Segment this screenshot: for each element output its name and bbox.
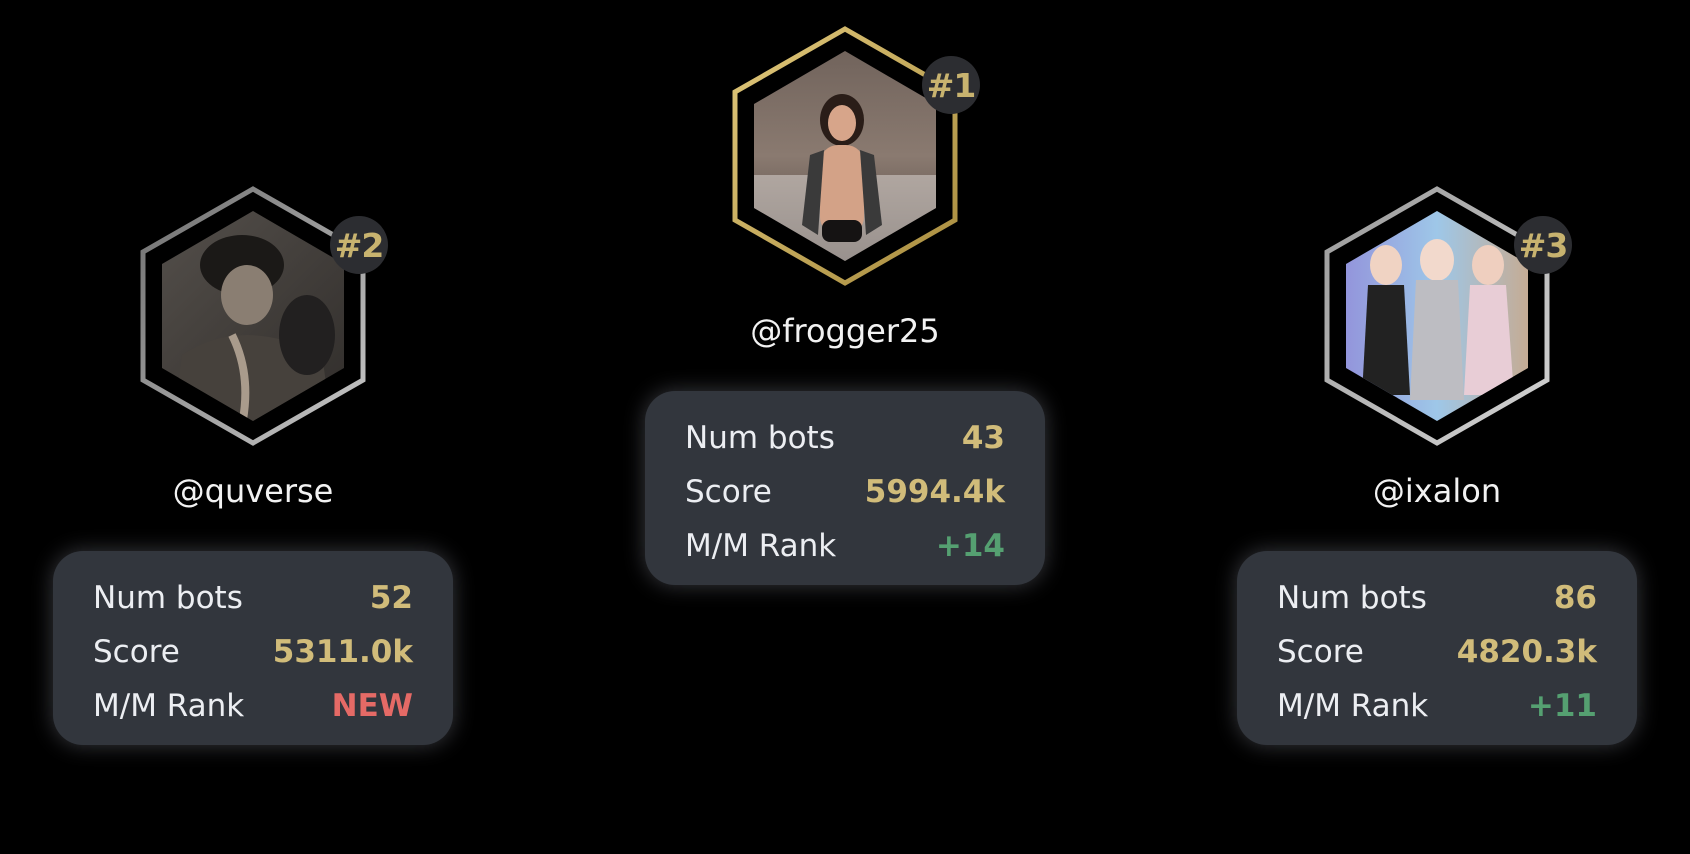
avatar[interactable]: #2 <box>53 185 453 447</box>
score-value: 4820.3k <box>1456 634 1597 670</box>
stat-row-mm-rank: M/M Rank +11 <box>1277 679 1597 733</box>
stat-label: Score <box>93 634 180 670</box>
stats-card: Num bots 86 Score 4820.3k M/M Rank +11 <box>1237 551 1637 745</box>
num-bots-value: 52 <box>369 580 413 616</box>
username[interactable]: @frogger25 <box>645 311 1045 351</box>
stat-label: Num bots <box>1277 580 1427 616</box>
rank-badge: #3 <box>1514 216 1572 274</box>
rank-badge: #2 <box>330 216 388 274</box>
stats-card: Num bots 52 Score 5311.0k M/M Rank NEW <box>53 551 453 745</box>
num-bots-value: 43 <box>961 420 1005 456</box>
leaderboard-entry-2[interactable]: #2 @quverse Num bots 52 Score 5311.0k M/… <box>53 185 453 745</box>
leaderboard-entry-3[interactable]: #3 @ixalon Num bots 86 Score 4820.3k M/M… <box>1237 185 1637 745</box>
username[interactable]: @ixalon <box>1237 471 1637 511</box>
mm-rank-value: NEW <box>331 688 413 724</box>
avatar[interactable]: #3 <box>1237 185 1637 447</box>
stat-label: M/M Rank <box>93 688 245 724</box>
leaderboard-entry-1[interactable]: #1 @frogger25 Num bots 43 Score 5994.4k … <box>645 25 1045 585</box>
stat-label: M/M Rank <box>685 528 837 564</box>
stats-card: Num bots 43 Score 5994.4k M/M Rank +14 <box>645 391 1045 585</box>
stat-label: Num bots <box>93 580 243 616</box>
rank-badge: #1 <box>922 56 980 114</box>
stat-row-num-bots: Num bots 52 <box>93 571 413 625</box>
mm-rank-value: +11 <box>1527 688 1597 724</box>
stat-row-num-bots: Num bots 86 <box>1277 571 1597 625</box>
stat-row-score: Score 4820.3k <box>1277 625 1597 679</box>
mm-rank-value: +14 <box>935 528 1005 564</box>
stat-label: M/M Rank <box>1277 688 1429 724</box>
stat-label: Num bots <box>685 420 835 456</box>
stat-row-num-bots: Num bots 43 <box>685 411 1005 465</box>
avatar[interactable]: #1 <box>645 25 1045 287</box>
stat-row-score: Score 5994.4k <box>685 465 1005 519</box>
score-value: 5994.4k <box>864 474 1005 510</box>
stat-label: Score <box>685 474 772 510</box>
stat-row-score: Score 5311.0k <box>93 625 413 679</box>
stat-row-mm-rank: M/M Rank +14 <box>685 519 1005 573</box>
score-value: 5311.0k <box>272 634 413 670</box>
username[interactable]: @quverse <box>53 471 453 511</box>
leaderboard-podium: #1 @frogger25 Num bots 43 Score 5994.4k … <box>0 0 1690 854</box>
stat-row-mm-rank: M/M Rank NEW <box>93 679 413 733</box>
stat-label: Score <box>1277 634 1364 670</box>
num-bots-value: 86 <box>1553 580 1597 616</box>
